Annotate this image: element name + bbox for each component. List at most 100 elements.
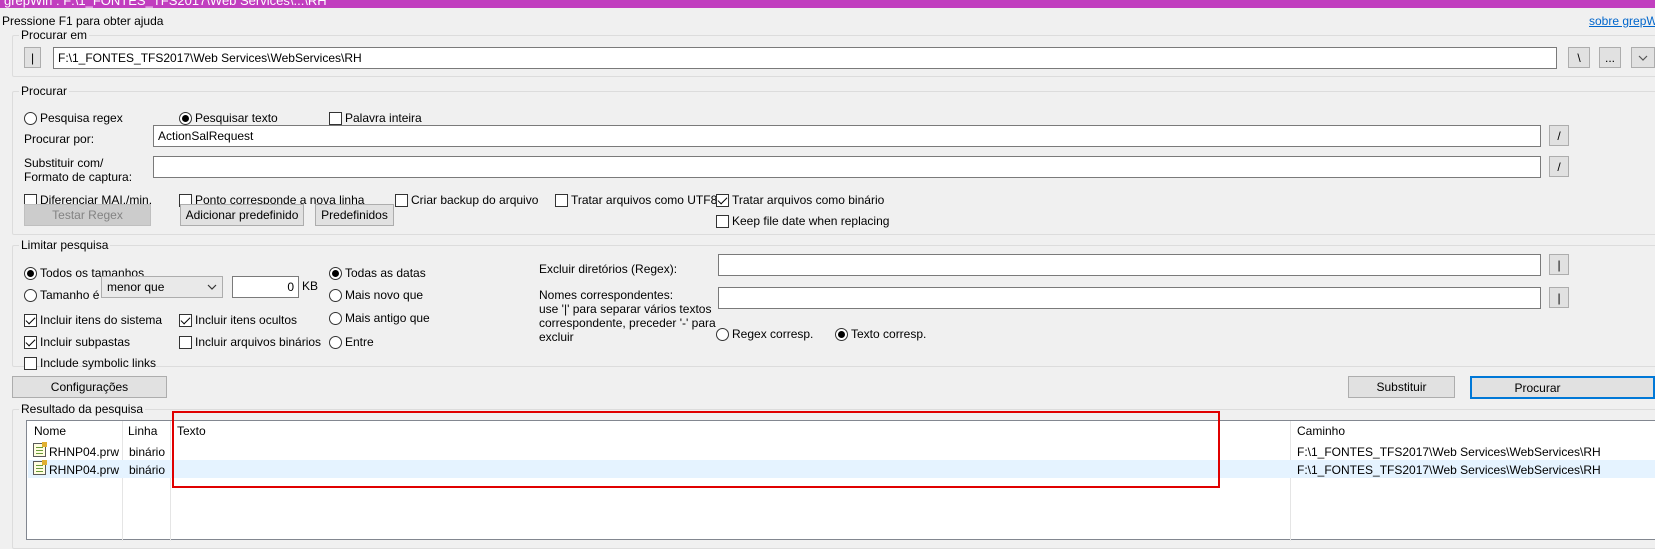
text-radio-label: Pesquisar texto xyxy=(195,111,278,125)
regex-match-radio[interactable]: Regex corresp. xyxy=(716,327,813,341)
checkbox-indicator xyxy=(716,193,729,207)
text-radio[interactable]: Pesquisar texto xyxy=(179,111,278,125)
radio-indicator xyxy=(329,311,342,325)
all-dates-label: Todas as datas xyxy=(345,266,426,280)
between-radio[interactable]: Entre xyxy=(329,335,374,349)
keep-date-label: Keep file date when replacing xyxy=(732,214,890,228)
older-radio[interactable]: Mais antigo que xyxy=(329,311,430,325)
hidden-items-checkbox[interactable]: Incluir itens ocultos xyxy=(179,313,297,327)
names-label-line4: excluir xyxy=(539,330,574,344)
whole-word-checkbox[interactable]: Palavra inteira xyxy=(329,111,422,125)
checkbox-indicator xyxy=(24,313,37,327)
replace-input[interactable] xyxy=(153,156,1541,178)
checkbox-indicator xyxy=(555,193,568,207)
checkbox-indicator xyxy=(179,313,192,327)
checkbox-indicator xyxy=(716,214,729,228)
between-label: Entre xyxy=(345,335,374,349)
row-path: F:\1_FONTES_TFS2017\Web Services\WebServ… xyxy=(1297,463,1601,477)
title-bar[interactable]: grepWin : F:\1_FONTES_TFS2017\Web Servic… xyxy=(0,0,1655,8)
backslash-button[interactable]: \ xyxy=(1568,47,1590,68)
exclude-dirs-pipe-button[interactable]: | xyxy=(1549,254,1569,275)
path-options-button[interactable]: | xyxy=(24,47,41,68)
radio-indicator xyxy=(329,288,342,302)
size-value-input[interactable]: 0 xyxy=(232,276,299,298)
browse-button[interactable]: ... xyxy=(1599,47,1621,68)
exclude-dirs-input[interactable] xyxy=(718,254,1541,276)
chevron-down-icon xyxy=(1638,55,1648,61)
regex-radio[interactable]: Pesquisa regex xyxy=(24,111,123,125)
row-name: RHNP04.prw xyxy=(49,445,120,459)
newer-label: Mais novo que xyxy=(345,288,424,302)
chevron-down-icon xyxy=(207,284,217,290)
search-button-label: Procurar xyxy=(1514,380,1561,395)
backup-label: Criar backup do arquivo xyxy=(411,193,539,207)
column-divider xyxy=(170,421,171,541)
file-icon xyxy=(33,442,47,457)
limit-legend: Limitar pesquisa xyxy=(19,238,111,252)
whole-word-label: Palavra inteira xyxy=(345,111,422,125)
help-text: Pressione F1 para obter ajuda xyxy=(2,14,164,28)
text-match-radio[interactable]: Texto corresp. xyxy=(835,327,926,341)
names-label-line1: Nomes correspondentes: xyxy=(539,288,674,302)
replace-slash-button[interactable]: / xyxy=(1549,156,1569,177)
regex-match-label: Regex corresp. xyxy=(732,327,814,341)
size-operator-select[interactable]: menor que xyxy=(101,276,223,298)
row-name: RHNP04.prw xyxy=(49,463,120,477)
search-button[interactable]: Procurar xyxy=(1470,376,1655,399)
text-match-label: Texto corresp. xyxy=(851,327,927,341)
column-divider xyxy=(1290,421,1291,541)
about-link[interactable]: sobre grepW xyxy=(1589,14,1655,28)
column-header-path[interactable]: Caminho xyxy=(1297,424,1345,438)
system-items-checkbox[interactable]: Incluir itens do sistema xyxy=(24,313,162,327)
utf8-checkbox[interactable]: Tratar arquivos como UTF8 xyxy=(555,193,717,207)
add-preset-button[interactable]: Adicionar predefinido xyxy=(180,204,304,226)
checkbox-indicator xyxy=(179,335,192,349)
regex-radio-label: Pesquisa regex xyxy=(40,111,123,125)
radio-indicator xyxy=(329,266,342,280)
all-dates-radio[interactable]: Todas as datas xyxy=(329,266,426,280)
path-history-button[interactable] xyxy=(1631,47,1655,68)
search-in-legend: Procurar em xyxy=(19,28,90,42)
test-regex-button[interactable]: Testar Regex xyxy=(24,204,151,226)
checkbox-indicator xyxy=(329,111,342,125)
column-header-name[interactable]: Nome xyxy=(34,424,66,438)
settings-button[interactable]: Configurações xyxy=(12,376,167,398)
system-items-label: Incluir itens do sistema xyxy=(40,313,163,327)
binary-files-checkbox[interactable]: Incluir arquivos binários xyxy=(179,335,321,349)
results-legend: Resultado da pesquisa xyxy=(19,402,146,416)
binary-files-label: Incluir arquivos binários xyxy=(195,335,322,349)
names-label-line2: use '|' para separar vários textos xyxy=(539,302,712,316)
hidden-items-label: Incluir itens ocultos xyxy=(195,313,298,327)
search-for-slash-button[interactable]: / xyxy=(1549,125,1569,146)
backup-checkbox[interactable]: Criar backup do arquivo xyxy=(395,193,538,207)
binary-checkbox[interactable]: Tratar arquivos como binário xyxy=(716,193,884,207)
search-for-input[interactable]: ActionSalRequest xyxy=(153,125,1541,147)
radio-indicator xyxy=(24,288,37,302)
exclude-dirs-label: Excluir diretórios (Regex): xyxy=(539,262,678,276)
row-line: binário xyxy=(129,463,166,477)
subfolders-label: Incluir subpastas xyxy=(40,335,131,349)
checkbox-indicator xyxy=(395,193,408,207)
radio-indicator xyxy=(24,266,37,280)
newer-radio[interactable]: Mais novo que xyxy=(329,288,423,302)
presets-button[interactable]: Predefinidos xyxy=(315,204,394,226)
names-match-input[interactable] xyxy=(718,287,1541,309)
replace-button[interactable]: Substituir xyxy=(1348,376,1455,398)
names-pipe-button[interactable]: | xyxy=(1549,287,1569,308)
keep-date-checkbox[interactable]: Keep file date when replacing xyxy=(716,214,889,228)
size-is-label: Tamanho é xyxy=(40,288,100,302)
search-for-label: Procurar por: xyxy=(24,132,95,146)
replace-label-line2: Formato de captura: xyxy=(24,170,133,184)
file-icon xyxy=(33,460,47,475)
symlinks-checkbox[interactable]: Include symbolic links xyxy=(24,356,156,370)
symlinks-label: Include symbolic links xyxy=(40,356,157,370)
column-divider xyxy=(122,421,123,541)
search-legend: Procurar xyxy=(19,84,70,98)
subfolders-checkbox[interactable]: Incluir subpastas xyxy=(24,335,130,349)
search-path-input[interactable]: F:\1_FONTES_TFS2017\Web Services\WebServ… xyxy=(53,47,1557,69)
replace-label-line1: Substituir com/ xyxy=(24,156,104,170)
size-is-radio[interactable]: Tamanho é xyxy=(24,288,99,302)
highlight-annotation-box xyxy=(172,411,1220,488)
column-header-line[interactable]: Linha xyxy=(128,424,157,438)
size-unit-label: KB xyxy=(302,279,319,293)
